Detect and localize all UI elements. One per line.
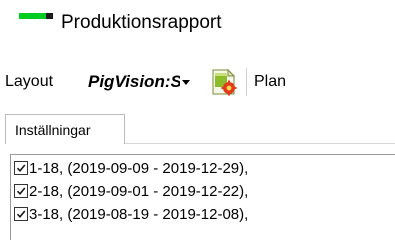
report-settings-button[interactable]: [209, 67, 239, 97]
title-bar: Produktionsrapport: [0, 0, 395, 48]
layout-dropdown[interactable]: PigVision:Slgr Pro: [85, 67, 203, 97]
list-item[interactable]: 1-18, (2019-09-09 - 2019-12-29),: [12, 158, 392, 180]
tab-strip: Inställningar: [0, 114, 395, 144]
list-item[interactable]: 2-18, (2019-09-01 - 2019-12-22),: [12, 181, 392, 203]
item-checkbox[interactable]: [14, 184, 28, 198]
item-checkbox[interactable]: [14, 207, 28, 221]
tab-strip-divider: [125, 143, 395, 144]
window-title: Produktionsrapport: [61, 12, 222, 33]
checkmark-icon: [16, 164, 26, 173]
list-item-text: 2-18, (2019-09-01 - 2019-12-22),: [29, 183, 249, 200]
list-item-text: 1-18, (2019-09-09 - 2019-12-29),: [29, 160, 249, 177]
tab-label: Inställningar: [15, 122, 91, 138]
toolbar: Layout PigVision:Slgr Pro Plan: [0, 62, 395, 102]
layout-dropdown-value: PigVision:Slgr Pro: [88, 72, 180, 91]
list-item-text: 3-18, (2019-08-19 - 2019-12-08),: [29, 206, 249, 223]
checkmark-icon: [16, 187, 26, 196]
tab-installningar[interactable]: Inställningar: [5, 114, 125, 144]
report-gear-icon: [212, 68, 237, 96]
app-icon-green-bar: [19, 13, 46, 19]
checkmark-icon: [16, 210, 26, 219]
app-icon-dark-end: [46, 13, 53, 19]
chevron-down-icon: [182, 80, 190, 85]
list-item[interactable]: 3-18, (2019-08-19 - 2019-12-08),: [12, 204, 392, 226]
app-status-icon: [19, 13, 53, 19]
period-list: 1-18, (2019-09-09 - 2019-12-29), 2-18, (…: [10, 154, 395, 240]
layout-label: Layout: [5, 73, 54, 90]
toolbar-separator: [246, 68, 247, 96]
plan-label[interactable]: Plan: [254, 71, 286, 93]
item-checkbox[interactable]: [14, 161, 28, 175]
